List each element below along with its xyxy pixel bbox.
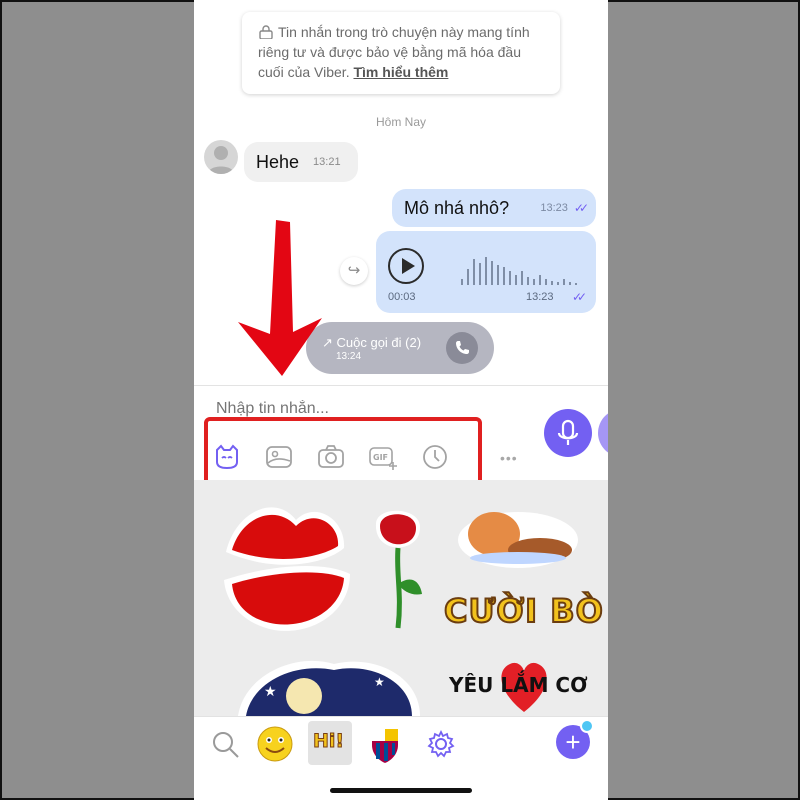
message-input[interactable]: [216, 400, 466, 418]
sticker-panel: CƯỜI BÒ ★ ★ YÊU LẮM CƠ: [194, 480, 608, 716]
message-text: Hehe: [256, 151, 300, 172]
svg-text:★: ★: [264, 684, 277, 700]
voice-duration: 00:03: [388, 291, 416, 303]
message-time: 13:23: [526, 291, 554, 303]
avatar[interactable]: [204, 140, 238, 174]
more-options-icon[interactable]: •••: [500, 450, 518, 466]
viber-chat-screen: Tin nhắn trong trò chuyện này mang tính …: [194, 0, 608, 800]
lock-icon: [259, 25, 273, 39]
waveform: [461, 257, 577, 285]
cuoi-bo-sticker[interactable]: CƯỜI BÒ: [443, 591, 604, 631]
message-time: 13:24: [336, 351, 362, 362]
forward-icon[interactable]: ↪: [340, 257, 368, 285]
notification-dot: [580, 719, 594, 733]
incoming-message[interactable]: Hehe 13:21: [244, 142, 358, 182]
voice-record-button[interactable]: [544, 409, 592, 457]
crying-fox-sticker[interactable]: [456, 500, 580, 570]
microphone-icon: [557, 419, 579, 445]
sticker-pack-bar: Hi! +: [194, 716, 608, 800]
outgoing-call-message[interactable]: ↗ Cuộc gọi đi (2) 13:24: [306, 322, 494, 374]
hi-sticker-pack[interactable]: Hi!: [308, 721, 352, 765]
phone-icon: [456, 341, 469, 354]
fc-barcelona-crest-icon[interactable]: [364, 723, 406, 765]
rose-sticker[interactable]: [368, 504, 428, 634]
svg-text:★: ★: [374, 675, 385, 689]
seen-check-icon: ✓✓: [572, 290, 587, 304]
learn-more-link[interactable]: Tìm hiểu thêm: [353, 64, 448, 80]
secondary-action-button[interactable]: [598, 409, 608, 457]
seen-check-icon: ✓✓: [573, 201, 589, 215]
gear-icon[interactable]: [420, 723, 462, 765]
message-text: Mô nhá nhô?: [404, 197, 510, 218]
message-time: 13:21: [313, 156, 341, 168]
play-button[interactable]: [388, 248, 424, 284]
message-time: 13:23: [540, 202, 568, 214]
encryption-notice: Tin nhắn trong trò chuyện này mang tính …: [242, 12, 560, 94]
call-back-button[interactable]: [446, 332, 478, 364]
call-label: ↗ Cuộc gọi đi (2): [322, 335, 422, 350]
moon-stars-sticker[interactable]: ★ ★: [234, 656, 424, 716]
yeu-lam-co-sticker[interactable]: YÊU LẮM CƠ: [449, 673, 588, 697]
voice-message[interactable]: 00:03 13:23 ✓✓: [376, 231, 596, 313]
search-icon[interactable]: [204, 723, 246, 765]
home-indicator: [330, 788, 472, 793]
default-avatar-icon: [208, 146, 234, 174]
lips-sticker[interactable]: [216, 500, 356, 640]
day-separator: Hôm Nay: [375, 115, 426, 129]
emoji-smiley-icon[interactable]: [254, 723, 296, 765]
outgoing-message[interactable]: Mô nhá nhô? 13:23 ✓✓: [392, 189, 596, 227]
hi-pack-label: Hi!: [312, 730, 345, 753]
